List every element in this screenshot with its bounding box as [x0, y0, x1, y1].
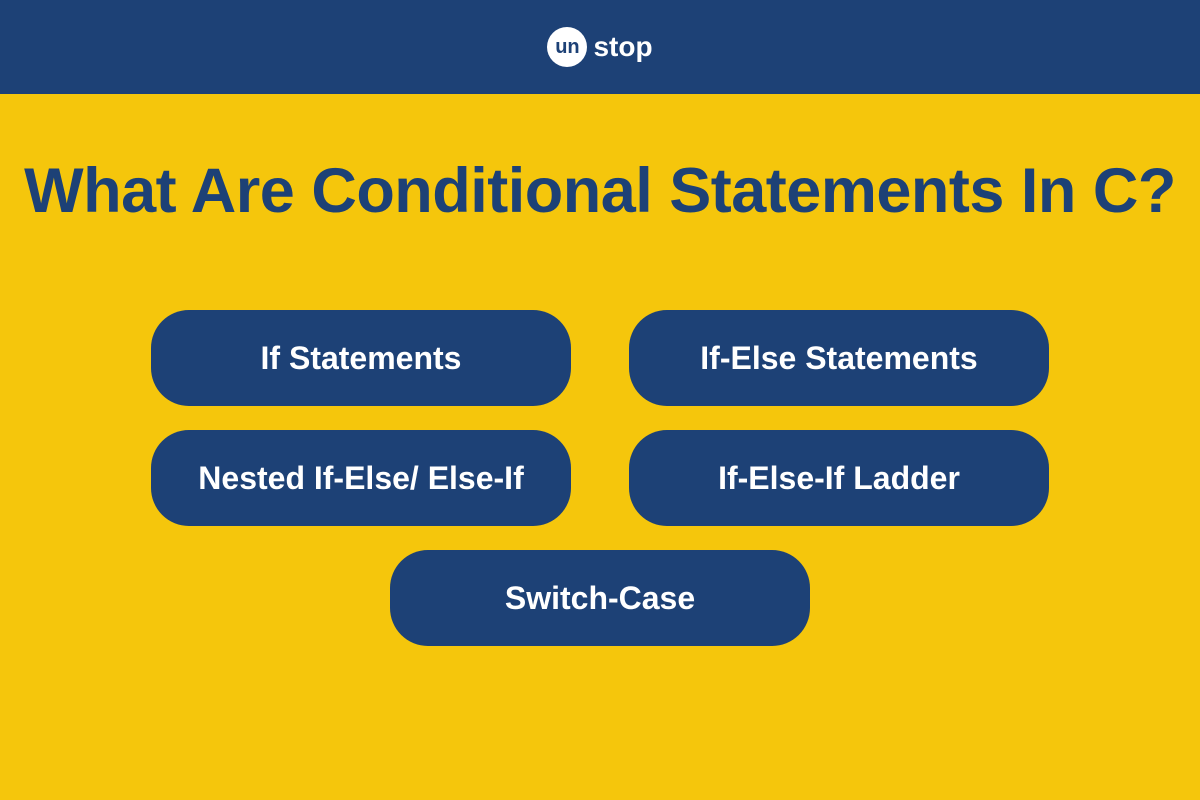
pill-label: If-Else-If Ladder [718, 460, 960, 497]
pill-label: If Statements [261, 340, 462, 377]
pill-grid: If Statements If-Else Statements Nested … [151, 310, 1049, 646]
logo: un stop [547, 27, 652, 67]
pill-nested-if-else: Nested If-Else/ Else-If [151, 430, 571, 526]
pill-row: Nested If-Else/ Else-If If-Else-If Ladde… [151, 430, 1049, 526]
pill-label: Nested If-Else/ Else-If [198, 460, 523, 497]
page-title: What Are Conditional Statements In C? [24, 154, 1176, 228]
pill-label: If-Else Statements [700, 340, 977, 377]
pill-if-else-if-ladder: If-Else-If Ladder [629, 430, 1049, 526]
pill-switch-case: Switch-Case [390, 550, 810, 646]
logo-prefix: un [555, 36, 579, 59]
header-bar: un stop [0, 0, 1200, 94]
pill-if-statements: If Statements [151, 310, 571, 406]
logo-suffix: stop [593, 31, 652, 63]
pill-if-else-statements: If-Else Statements [629, 310, 1049, 406]
pill-label: Switch-Case [505, 580, 695, 617]
logo-icon: un [547, 27, 587, 67]
main-content: What Are Conditional Statements In C? If… [0, 94, 1200, 646]
pill-row: If Statements If-Else Statements [151, 310, 1049, 406]
pill-row: Switch-Case [390, 550, 810, 646]
